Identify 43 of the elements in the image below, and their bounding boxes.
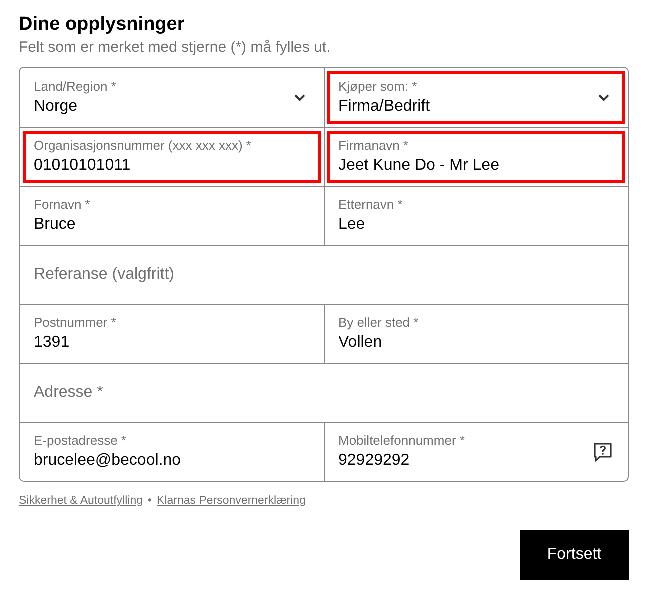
field-label: Firmanavn * <box>338 138 410 154</box>
form-field[interactable]: Postnummer * 1391 <box>20 305 324 363</box>
input-field[interactable]: Jeet Kune Do - Mr Lee <box>338 156 614 176</box>
chevron-down-icon[interactable] <box>598 94 610 102</box>
highlighted-field[interactable]: Organisasjonsnummer (xxx xxx xxx) * 01010101011 <box>20 128 324 186</box>
input-field[interactable]: Norge <box>34 96 294 116</box>
input-field[interactable]: Adresse * <box>34 384 614 402</box>
field-label: By eller sted * <box>338 315 420 331</box>
input-field[interactable]: 92929292 <box>338 451 594 471</box>
footer-link[interactable]: Sikkerhet & Autoutfylling <box>19 495 144 507</box>
help-icon[interactable] <box>594 442 612 462</box>
continue-button[interactable]: Fortsett <box>520 530 629 580</box>
field-label: Organisasjonsnummer (xxx xxx xxx) * <box>34 138 252 154</box>
form-field[interactable]: Land/Region * Norge <box>20 68 324 127</box>
field-label: Mobiltelefonnummer * <box>338 433 466 449</box>
form-field[interactable]: Fornavn * Bruce <box>20 187 324 245</box>
section-title: Dine opplysninger <box>19 14 186 36</box>
input-field[interactable]: 1391 <box>34 333 310 353</box>
section-subtitle: Felt som er merket med stjerne (*) må fylles ut. <box>19 39 332 57</box>
footer-link[interactable]: Klarnas Personvernerklæring <box>157 495 306 507</box>
field-label: Postnummer * <box>34 315 118 331</box>
form-field[interactable]: Referanse (valgfritt) <box>20 246 628 304</box>
separator-dot: • <box>148 495 152 507</box>
field-label: Fornavn * <box>34 197 92 213</box>
input-field[interactable]: Bruce <box>34 215 310 235</box>
highlighted-field[interactable]: Kjøper som: * Firma/Bedrift <box>324 68 628 127</box>
input-field[interactable]: Referanse (valgfritt) <box>34 266 614 284</box>
input-field[interactable]: Vollen <box>338 333 614 353</box>
field-label: Etternavn * <box>338 197 404 213</box>
field-label: Kjøper som: * <box>338 78 418 94</box>
form-field[interactable]: Etternavn * Lee <box>324 187 628 245</box>
form-field[interactable]: E-postadresse * brucelee@becool.no <box>20 423 324 481</box>
form-field[interactable]: Adresse * <box>20 364 628 422</box>
highlighted-field[interactable]: Firmanavn * Jeet Kune Do - Mr Lee <box>324 128 628 186</box>
input-field[interactable]: Firma/Bedrift <box>338 96 598 116</box>
form-field[interactable]: Mobiltelefonnummer * 92929292 <box>324 423 628 481</box>
form-field[interactable]: By eller sted * Vollen <box>324 305 628 363</box>
input-field[interactable]: 01010101011 <box>34 156 310 176</box>
chevron-down-icon[interactable] <box>294 94 306 102</box>
input-field[interactable]: Lee <box>338 215 614 235</box>
field-label: Land/Region * <box>34 78 118 94</box>
input-field[interactable]: brucelee@becool.no <box>34 451 310 471</box>
field-label: E-postadresse * <box>34 433 128 449</box>
